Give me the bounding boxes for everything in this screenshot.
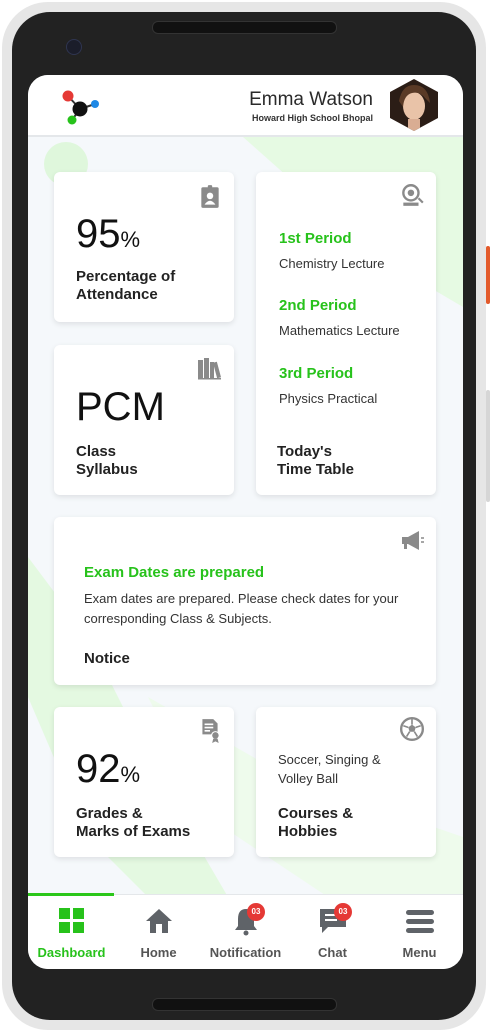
notice-card[interactable]: Exam Dates are prepared Exam dates are p… [54,517,436,685]
nav-label-home: Home [140,945,177,960]
nav-item-notification[interactable]: 03 Notification [202,895,289,969]
grades-label: Grades & Marks of Exams [76,805,191,840]
books-icon [198,358,222,380]
syllabus-card[interactable]: PCM Class Syllabus [54,345,234,495]
notice-label: Notice [84,650,130,667]
attendance-unit: % [120,227,141,252]
nav-item-menu[interactable]: Menu [376,895,463,969]
bottom-speaker [152,998,337,1011]
notice-text: Exam dates are prepared. Please check da… [84,591,399,626]
avatar[interactable] [390,79,438,131]
period-2-title: 2nd Period [279,297,357,314]
power-button [486,246,490,304]
menu-icon [406,910,434,933]
earpiece-speaker [152,21,337,34]
grades-unit: % [120,762,141,787]
user-name: Emma Watson [249,89,373,110]
chat-badge: 03 [334,903,352,921]
user-school: Howard High School Bhopal [252,113,373,123]
period-1-text: Chemistry Lecture [279,256,385,271]
period-3-title: 3rd Period [279,365,354,382]
syllabus-value: PCM [76,385,165,429]
nav-label-menu: Menu [402,945,437,960]
certificate-icon [202,719,220,743]
grades-value: 92% [76,747,141,791]
nav-label-dashboard: Dashboard [37,945,106,960]
app-header: Emma Watson Howard High School Bhopal [28,75,463,137]
dashboard-icon [59,908,84,933]
app-logo[interactable] [56,85,106,129]
volume-button [486,390,490,502]
projector-icon [402,184,424,206]
attendance-value: 95% [76,212,141,256]
bottom-navigation: Dashboard Home 03 Notification 03 Chat M… [28,893,463,969]
nav-label-notification: Notification [209,945,282,960]
front-camera [66,39,82,55]
home-icon [146,909,172,933]
nav-item-chat[interactable]: 03 Chat [289,895,376,969]
attendance-label: Percentage of Attendance [76,268,176,303]
courses-label: Courses & Hobbies [278,805,354,840]
timetable-label: Today's Time Table [277,443,354,478]
nav-item-dashboard[interactable]: Dashboard [28,895,115,969]
period-1-title: 1st Period [279,230,352,247]
notice-title: Exam Dates are prepared [84,564,265,581]
app-screen: Emma Watson Howard High School Bhopal 95… [28,75,463,969]
courses-card[interactable]: Soccer, Singing & Volley Ball Courses & … [256,707,436,857]
timetable-card[interactable]: 1st Period Chemistry Lecture 2nd Period … [256,172,436,495]
nav-label-chat: Chat [318,945,347,960]
period-3-text: Physics Practical [279,391,378,406]
attendance-card[interactable]: 95% Percentage of Attendance [54,172,234,322]
period-2-text: Mathematics Lecture [279,323,400,338]
soccer-ball-icon [399,716,425,742]
grades-card[interactable]: 92% Grades & Marks of Exams [54,707,234,857]
notification-badge: 03 [247,903,265,921]
nav-item-home[interactable]: Home [115,895,202,969]
megaphone-icon [402,531,424,550]
syllabus-label: Class Syllabus [76,443,138,478]
id-badge-icon [201,185,219,208]
courses-text: Soccer, Singing & Volley Ball [278,752,381,786]
